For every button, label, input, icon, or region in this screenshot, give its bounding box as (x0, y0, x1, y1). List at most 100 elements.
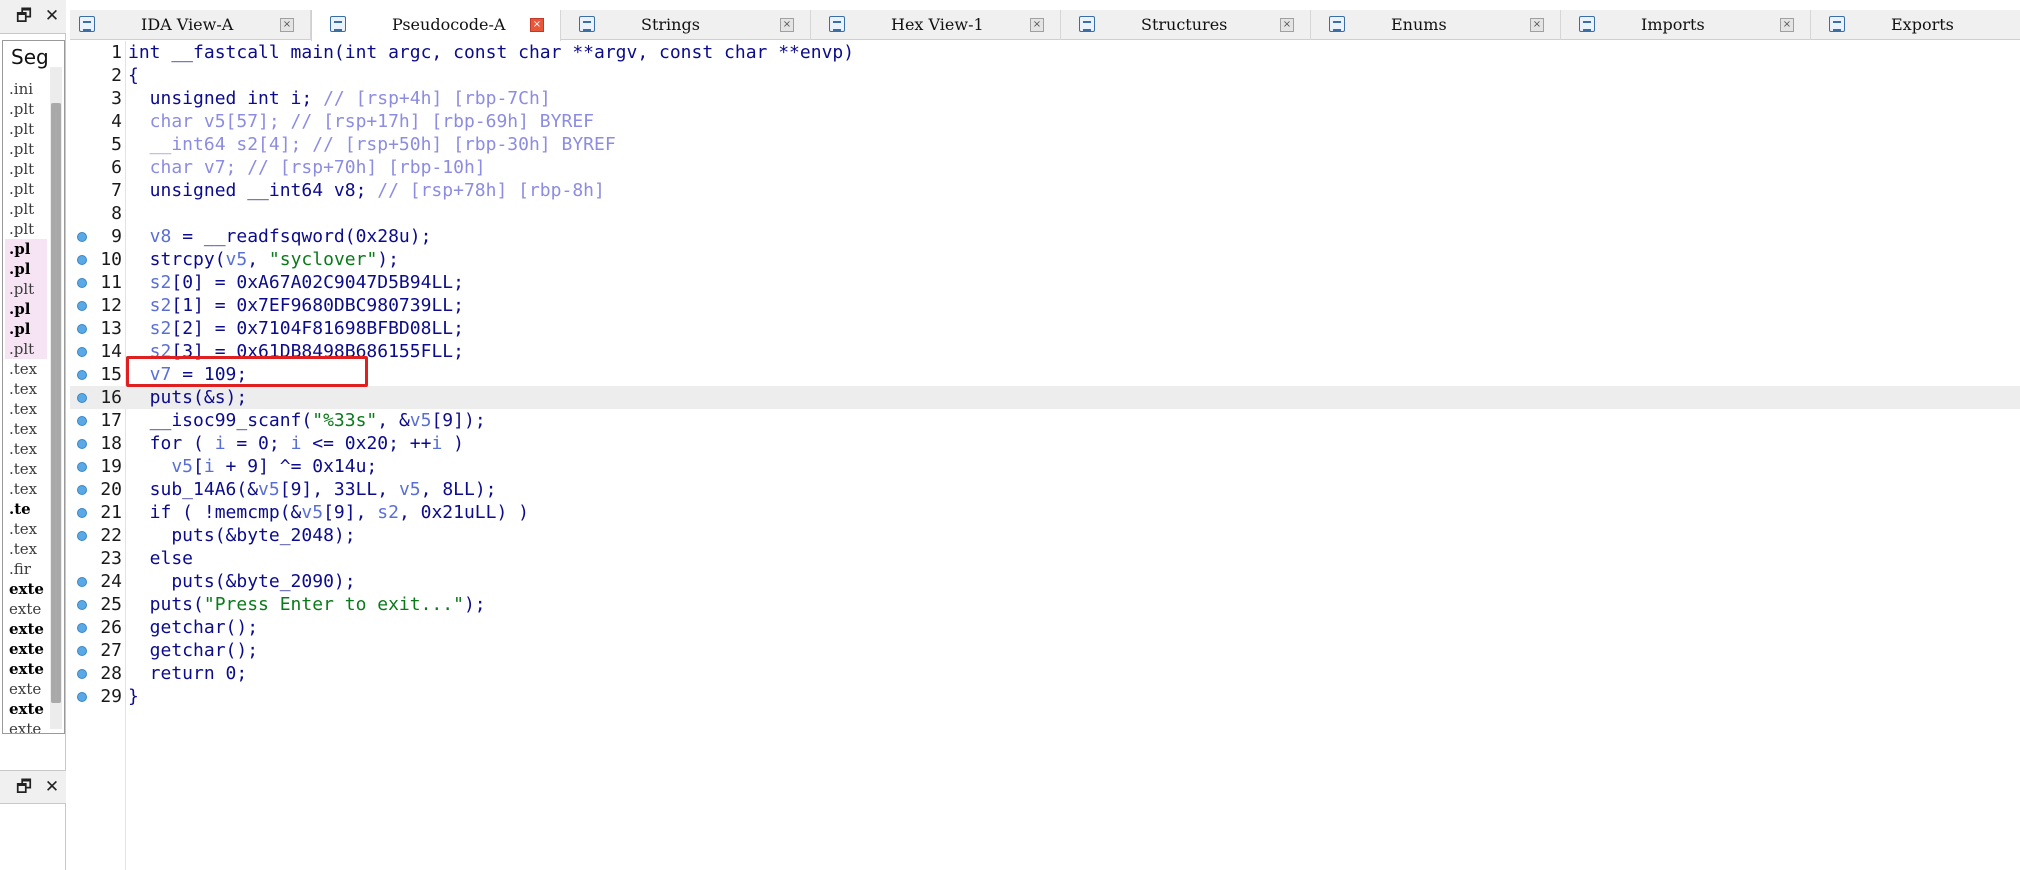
code-line[interactable]: 17 __isoc99_scanf("%33s", &v5[9]); (70, 409, 2020, 432)
code-line[interactable]: 28 return 0; (70, 662, 2020, 685)
segment-row[interactable]: .tex (5, 419, 47, 439)
close-tab-icon[interactable]: × (1030, 18, 1044, 32)
code-line[interactable]: 9 v8 = __readfsqword(0x28u); (70, 225, 2020, 248)
code-line[interactable]: 21 if ( !memcmp(&v5[9], s2, 0x21uLL) ) (70, 501, 2020, 524)
code-line[interactable]: 1 int __fastcall main(int argc, const cha… (70, 41, 2020, 64)
code-line[interactable]: 13 s2[2] = 0x7104F81698BFBD08LL; (70, 317, 2020, 340)
restore-window-icon[interactable]: 🗗 (14, 777, 34, 797)
segment-row[interactable]: .tex (5, 539, 47, 559)
segment-row[interactable]: .pl (5, 259, 47, 279)
segments-scrollbar[interactable] (50, 67, 62, 729)
segment-row[interactable]: exte (5, 659, 47, 679)
line-number: 13 (100, 318, 122, 339)
restore-window-icon[interactable]: 🗗 (14, 6, 34, 26)
tab-ida-view-a[interactable]: IDA View-A × (61, 10, 311, 40)
segment-row[interactable]: .plt (5, 119, 47, 139)
segment-row[interactable]: .ini (5, 79, 47, 99)
code-line[interactable]: 26 getchar(); (70, 616, 2020, 639)
segment-row[interactable]: .tex (5, 459, 47, 479)
close-tab-icon[interactable]: × (280, 18, 294, 32)
segments-panel: 🗗 ✕ Seg .ini .plt .plt .plt .plt .plt .plt .plt… (0, 0, 66, 870)
tab-enums[interactable]: Enums × (1311, 10, 1561, 40)
code-line[interactable]: 19 v5[i + 9] ^= 0x14u; (70, 455, 2020, 478)
code-line[interactable]: 25 puts("Press Enter to exit..."); (70, 593, 2020, 616)
segment-row[interactable]: exte (5, 619, 47, 639)
code-line[interactable]: 12 s2[1] = 0x7EF9680DBC980739LL; (70, 294, 2020, 317)
segment-row[interactable]: exte (5, 699, 47, 719)
segment-row[interactable]: .plt (5, 279, 47, 299)
close-tab-icon[interactable]: × (1280, 18, 1294, 32)
code-line[interactable]: 27 getchar(); (70, 639, 2020, 662)
close-panel-icon[interactable]: ✕ (42, 6, 62, 26)
segment-row[interactable]: .tex (5, 519, 47, 539)
segments-panel-header: 🗗 ✕ (0, 0, 66, 34)
segment-row[interactable]: .pl (5, 239, 47, 259)
tab-hex-view-1[interactable]: Hex View-1 × (811, 10, 1061, 40)
code-line[interactable]: 20 sub_14A6(&v5[9], 33LL, v5, 8LL); (70, 478, 2020, 501)
segment-row[interactable]: .plt (5, 159, 47, 179)
tab-structures[interactable]: Structures × (1061, 10, 1311, 40)
close-tab-icon[interactable]: × (1530, 18, 1544, 32)
code-line[interactable]: 6 char v7; // [rsp+70h] [rbp-10h] (70, 156, 2020, 179)
segment-row[interactable]: .tex (5, 359, 47, 379)
code-line[interactable]: 5 __int64 s2[4]; // [rsp+50h] [rbp-30h] … (70, 133, 2020, 156)
code-line[interactable]: 29} (70, 685, 2020, 708)
code-line[interactable]: 24 puts(&byte_2090); (70, 570, 2020, 593)
segment-row[interactable]: exte (5, 579, 47, 599)
close-tab-icon[interactable]: × (530, 18, 544, 32)
tab-exports[interactable]: Exports (1811, 10, 2020, 40)
code-line[interactable]: 11 s2[0] = 0xA67A02C9047D5B94LL; (70, 271, 2020, 294)
close-tab-icon[interactable]: × (780, 18, 794, 32)
code-line[interactable]: 4 char v5[57]; // [rsp+17h] [rbp-69h] BY… (70, 110, 2020, 133)
segment-row[interactable]: .te (5, 499, 47, 519)
line-number: 25 (100, 594, 122, 615)
close-tab-icon[interactable]: × (1780, 18, 1794, 32)
segment-row[interactable]: exte (5, 639, 47, 659)
code-line[interactable]: 18 for ( i = 0; i <= 0x20; ++i ) (70, 432, 2020, 455)
segment-row[interactable]: exte (5, 679, 47, 699)
code-token: s2 (377, 502, 399, 523)
segment-row[interactable]: .tex (5, 479, 47, 499)
line-number: 6 (111, 157, 122, 178)
tab-strings[interactable]: Strings × (561, 10, 811, 40)
segment-row[interactable]: .fir (5, 559, 47, 579)
tab-imports[interactable]: Imports × (1561, 10, 1811, 40)
segments-scrollbar-thumb[interactable] (51, 103, 61, 703)
line-number: 2 (111, 65, 122, 86)
exports-icon (1829, 16, 1845, 32)
segment-row[interactable]: .tex (5, 439, 47, 459)
segment-row[interactable]: .pl (5, 319, 47, 339)
code-line[interactable]: 2{ (70, 64, 2020, 87)
segment-row[interactable]: .plt (5, 99, 47, 119)
segment-row[interactable]: .plt (5, 339, 47, 359)
segment-row[interactable]: .plt (5, 139, 47, 159)
line-number: 12 (100, 295, 122, 316)
code-line[interactable]: 22 puts(&byte_2048); (70, 524, 2020, 547)
code-line[interactable]: 3 unsigned int i; // [rsp+4h] [rbp-7Ch] (70, 87, 2020, 110)
code-line[interactable]: 23 else (70, 547, 2020, 570)
code-line[interactable]: 10 strcpy(v5, "syclover"); (70, 248, 2020, 271)
segment-row[interactable]: .tex (5, 379, 47, 399)
code-line[interactable]: 14 s2[3] = 0x61DB8498B686155FLL; (70, 340, 2020, 363)
tab-label: Strings (641, 15, 700, 34)
pseudocode-view[interactable]: 1 int __fastcall main(int argc, const cha… (70, 41, 2020, 870)
code-line[interactable]: 15 v7 = 109; (70, 363, 2020, 386)
line-number: 24 (100, 571, 122, 592)
code-text: puts(&byte_2090); (128, 570, 355, 593)
code-line[interactable]: 16 puts(&s); (70, 386, 2020, 409)
code-line[interactable]: 7 unsigned __int64 v8; // [rsp+78h] [rbp… (70, 179, 2020, 202)
close-panel-icon[interactable]: ✕ (42, 777, 62, 797)
code-token: = 0; (225, 433, 291, 454)
segments-column-header[interactable]: Seg (11, 45, 49, 69)
segment-row[interactable]: exte (5, 599, 47, 619)
code-token: v8 (128, 226, 172, 247)
segment-row[interactable]: .plt (5, 179, 47, 199)
tab-pseudocode-a[interactable]: Pseudocode-A × (311, 10, 561, 41)
segment-row[interactable]: .tex (5, 399, 47, 419)
segment-row[interactable]: .plt (5, 219, 47, 239)
code-token: v5 (128, 456, 194, 477)
segment-row[interactable]: .pl (5, 299, 47, 319)
segment-row[interactable]: exte (5, 719, 47, 733)
code-line[interactable]: 8 (70, 202, 2020, 225)
segment-row[interactable]: .plt (5, 199, 47, 219)
